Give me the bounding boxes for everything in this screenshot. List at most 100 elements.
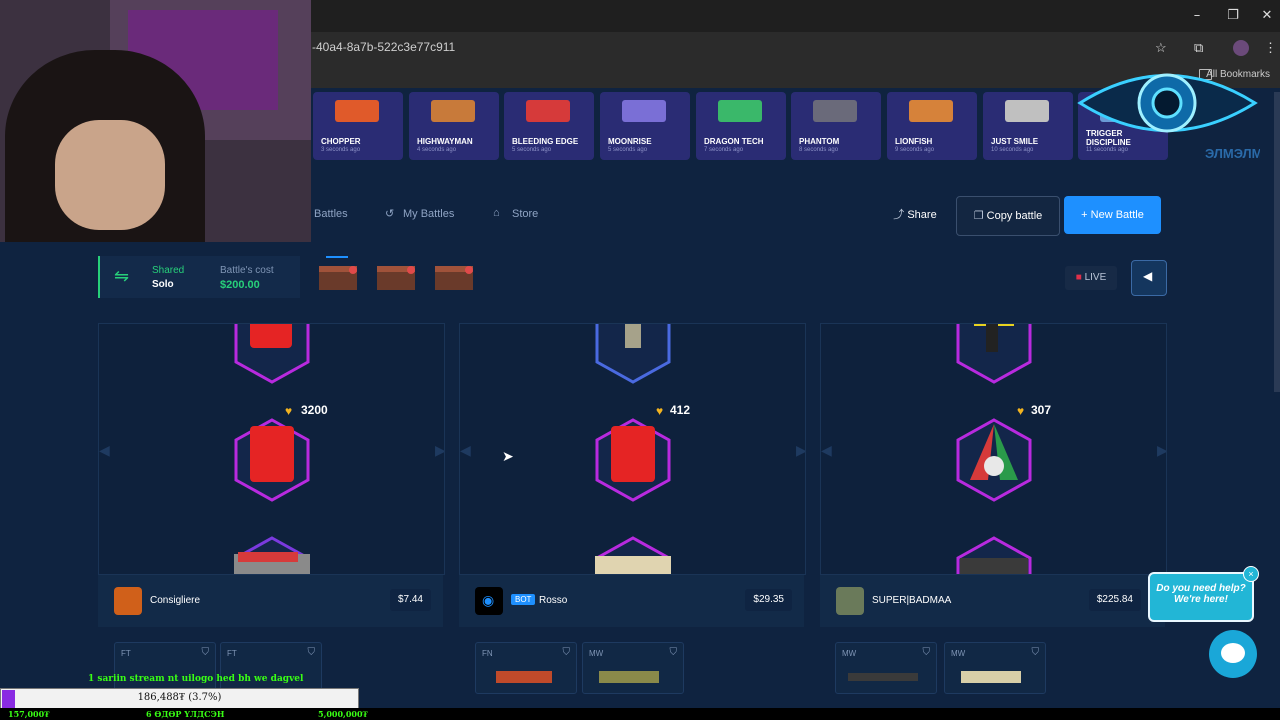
live-label: LIVE [1084,272,1107,283]
player-name[interactable]: Rosso [539,595,567,606]
star-icon[interactable]: ☆ [1155,40,1167,56]
feed-item-time: 5 seconds ago [512,147,552,153]
item-grade: FT [121,649,131,658]
cost-label: Battle's cost [220,265,274,276]
shield-icon: ⛉ [201,647,210,658]
avatar[interactable] [836,587,864,615]
restore-icon[interactable]: ❐ [1222,6,1244,26]
help-line-2: We're here! [1174,594,1228,605]
player-row: ◉ BOT Rosso $29.35 [459,575,804,627]
feed-item-name: CHOPPER [321,137,361,146]
nav-my-battles[interactable]: My Battles [403,208,454,220]
goal-start: 157,000₮ [8,709,50,719]
feed-item-name: LIONFISH [895,137,933,146]
reel-column: ♥ 3200 ◀ ▶ [98,323,445,575]
won-item-card[interactable]: MW ⛉ [582,642,684,694]
shield-icon: ⛉ [669,647,678,658]
close-icon[interactable]: ✕ [1256,6,1278,26]
stream-logo-eye: ЭЛМЭЛМИЙ [1077,73,1260,161]
extensions-icon[interactable]: ⧉ [1194,40,1203,56]
feed-item-time: 9 seconds ago [895,147,935,153]
player-value: $225.84 [1088,589,1141,611]
gun-icon [599,671,659,683]
mouse-cursor-icon: ➤ [502,448,514,464]
feed-card[interactable]: LIONFISH 9 seconds ago [887,92,977,160]
webcam-overlay [0,0,311,242]
player-name[interactable]: Consigliere [150,595,200,606]
gun-icon [335,100,379,122]
item-hex [956,418,1032,502]
gun-icon [909,100,953,122]
bot-badge: BOT [511,594,536,605]
won-item-card[interactable]: FT ⛉ [114,642,216,694]
shield-icon: ⛉ [1031,647,1040,658]
feed-item-time: 5 seconds ago [608,147,648,153]
feed-item-name: MOONRISE [608,137,652,146]
item-hex [595,418,671,502]
item-grade: MW [842,649,857,658]
avatar[interactable]: ◉ [475,587,503,615]
feed-card[interactable]: PHANTOM 8 seconds ago [791,92,881,160]
share-icon: ⤴ [893,209,905,221]
battle-type: Solo [152,279,174,290]
won-item-card[interactable]: MW ⛉ [835,642,937,694]
won-item-card[interactable]: FT ⛉ [220,642,322,694]
shield-icon: ⛉ [562,647,571,658]
item-hex [956,324,1032,384]
help-line-1: Do you need help? [1156,583,1246,594]
case-icon[interactable] [315,260,361,294]
item-grade: MW [589,649,604,658]
won-item-card[interactable]: FN ⛉ [475,642,577,694]
gun-icon [622,100,666,122]
shield-icon: ⛉ [922,647,931,658]
page-scrollbar[interactable] [1274,92,1280,392]
feed-card[interactable]: JUST SMILE 10 seconds ago [983,92,1073,160]
chat-button[interactable] [1209,630,1257,678]
share-button[interactable]: ⤴ Share [882,196,948,234]
new-battle-button[interactable]: + New Battle [1064,196,1161,234]
item-grade: FT [227,649,237,658]
player-name[interactable]: SUPER|BADMAA [872,595,951,606]
item-hex [595,324,671,384]
help-prompt[interactable]: Do you need help? We're here! [1148,572,1254,622]
feed-card[interactable]: HIGHWAYMAN 4 seconds ago [409,92,499,160]
heart-icon: ♥ [656,404,664,418]
player-value: $7.44 [389,589,431,611]
feed-item-name: BLEEDING EDGE [512,137,579,146]
nav-battles[interactable]: Battles [314,208,348,220]
feed-card[interactable]: CHOPPER 3 seconds ago [313,92,403,160]
feed-card[interactable]: MOONRISE 5 seconds ago [600,92,690,160]
store-icon: ⌂ [493,207,500,219]
live-dot-icon: ■ [1075,272,1082,283]
item-score: 3200 [301,403,328,417]
copy-battle-label: Copy battle [986,210,1043,222]
close-help-icon[interactable]: × [1243,566,1259,582]
feed-item-time: 10 seconds ago [991,147,1034,153]
copy-battle-button[interactable]: ❐ Copy battle [956,196,1060,236]
won-item-card[interactable]: MW ⛉ [944,642,1046,694]
copy-icon: ❐ [973,210,984,222]
profile-avatar[interactable] [1233,40,1249,56]
feed-card[interactable]: BLEEDING EDGE 5 seconds ago [504,92,594,160]
gun-icon [431,100,475,122]
menu-icon[interactable]: ⋮ [1264,40,1277,56]
url-text[interactable]: -40a4-8a7b-522c3e77c911 [312,40,455,54]
reel-column: ♥ 307 ◀ ▶ [820,323,1167,575]
days-left: 6 ӨДӨР ҮЛДСЭН [146,709,225,719]
gun-icon [496,671,552,683]
minimize-icon[interactable]: – [1186,6,1208,26]
player-value: $29.35 [745,589,792,611]
progress-text: 186,488₮ (3.7%) [137,692,222,703]
case-icon[interactable] [431,260,477,294]
sound-toggle[interactable]: ◀ [1131,260,1167,296]
handshake-icon: ⇋ [114,266,130,286]
gun-icon [813,100,857,122]
heart-icon: ♥ [1017,404,1025,418]
nav-store[interactable]: Store [512,208,538,220]
gun-icon [526,100,570,122]
item-hex [595,536,671,574]
avatar[interactable] [114,587,142,615]
battle-mode: Shared [152,265,185,276]
feed-card[interactable]: DRAGON TECH 7 seconds ago [696,92,786,160]
case-icon[interactable] [373,260,419,294]
